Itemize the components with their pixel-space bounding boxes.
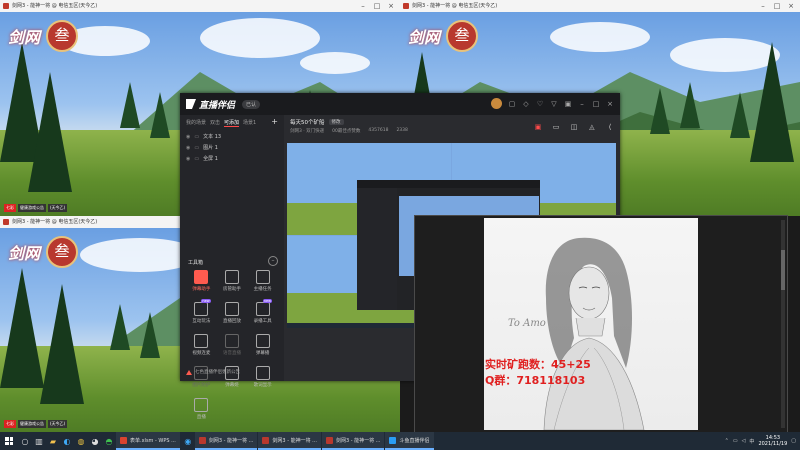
record-icon[interactable]: ▣ (534, 123, 542, 131)
taskbar-app-game-3[interactable]: 剑网3 - 能神一将 ... (321, 432, 385, 450)
eye-icon[interactable]: ◉ (186, 156, 190, 162)
heart-icon[interactable]: ♡ (536, 100, 544, 108)
lock-icon[interactable]: ▭ (194, 156, 199, 162)
toolbox-title: 工具箱 (188, 260, 204, 266)
taskbar: ○ ▥ ▰ ◐ ◍ ◕ ◓ 表单.xlsm - WPS ... ◉ 剑网3 - … (0, 432, 800, 450)
overlay-count-text: 实时矿跑数：45+25 (485, 358, 591, 371)
version-badge[interactable]: 已认 (242, 99, 261, 109)
tool-interactive[interactable]: new 互动玩法 (186, 299, 217, 324)
close-icon[interactable]: × (606, 100, 614, 108)
game-footer: 七彩 健康游戏公告 (天今乙) (4, 204, 68, 212)
window-title: 剑网3 - 能神一将 @ 电信五区(天今乙) (12, 3, 98, 9)
network-icon[interactable]: ▭ (733, 438, 738, 444)
tool-room-manager[interactable]: 房管助手 (217, 270, 248, 292)
collapse-icon[interactable]: – (268, 256, 278, 266)
clock[interactable]: 14:53 2021/11/19 (758, 435, 787, 447)
volume-icon[interactable]: ◁ (742, 438, 746, 444)
tab-double-click[interactable]: 双击 (210, 119, 220, 127)
tab-my-scenes[interactable]: 我的场景 (186, 119, 206, 127)
eye-icon[interactable]: ◉ (186, 145, 190, 151)
game-footer: 七彩 健康游戏公告 (天今乙) (4, 420, 68, 428)
close-icon[interactable]: × (784, 0, 798, 12)
minimize-icon[interactable]: – (356, 0, 370, 12)
brand-logo-icon (186, 99, 196, 109)
start-button[interactable] (0, 432, 18, 450)
tab-addable[interactable]: 可添加 (224, 119, 240, 127)
taskbar-app-stream-helper[interactable]: 斗鱼直播伴侣 (385, 432, 434, 450)
scene-source-panel: 我的场景 双击 可添加 场景1 + ◉ ▭ 文本 13 ◉ ▭ 图片 1 ◉ ▭… (180, 115, 284, 420)
sketch-caption: To Amo (508, 318, 546, 329)
source-item[interactable]: ◉ ▭ 全屏 1 (180, 153, 284, 164)
lock-icon[interactable]: ▭ (552, 123, 560, 131)
edit-title-button[interactable]: 修改 (328, 119, 344, 125)
maximize-icon[interactable]: □ (592, 100, 600, 108)
avatar[interactable] (491, 98, 502, 109)
helper-header[interactable]: 直播伴侣 已认 ▢ ◇ ♡ ▽ ▣ – □ × (180, 93, 620, 115)
close-icon[interactable]: × (384, 0, 398, 12)
tool-replay[interactable]: 直播回放 (217, 302, 248, 324)
lock-icon[interactable]: ▭ (194, 134, 199, 140)
tool-video-link[interactable]: 视频连麦 (186, 334, 217, 356)
source-item[interactable]: ◉ ▭ 图片 1 (180, 142, 284, 153)
search-icon[interactable]: ○ (18, 432, 32, 450)
tool-voice-live[interactable]: 语音直播 (217, 334, 248, 356)
source-item[interactable]: ◉ ▭ 文本 13 (180, 131, 284, 142)
chrome-icon[interactable]: ◍ (74, 432, 88, 450)
edge-icon[interactable]: ◐ (60, 432, 74, 450)
announcement-icon (186, 369, 192, 375)
system-tray: ⌃ ▭ ◁ 中 14:53 2021/11/19 ▢ (725, 435, 800, 447)
window-title: 剑网3 - 能神一将 @ 电信五区(天今乙) (12, 219, 98, 225)
image-viewer-window[interactable]: To Amo 实时矿跑数：45+25 Q群：718118103 (414, 215, 788, 433)
settings-icon[interactable]: ▣ (564, 100, 572, 108)
tool-lyrics[interactable]: 歌词显示 (247, 366, 278, 388)
windows-icon (5, 437, 13, 445)
minimize-icon[interactable]: – (756, 0, 770, 12)
taskbar-app-wps[interactable]: 表单.xlsm - WPS ... (116, 432, 180, 450)
gift-icon[interactable]: ▢ (508, 100, 516, 108)
game-logo: 剑网 叁 (6, 234, 78, 270)
maximize-icon[interactable]: □ (770, 0, 784, 12)
game-app-icon (403, 3, 409, 9)
shirt-icon[interactable]: ▽ (550, 100, 558, 108)
taskbar-app-game-2[interactable]: 剑网3 - 能神一将 ... (258, 432, 321, 450)
scene-tabs: 我的场景 双击 可添加 场景1 + (180, 115, 284, 131)
task-view-icon[interactable]: ▥ (32, 432, 46, 450)
minimize-icon[interactable]: – (578, 100, 586, 108)
window-title: 剑网3 - 能神一将 @ 电信五区(天今乙) (412, 3, 498, 9)
room-meta: 剑网3 · 双门快递 00最佳点赞数 4357618 2338 (290, 128, 408, 134)
overlay-qq-group-text: Q群：718118103 (485, 374, 586, 387)
tool-live[interactable]: 直播 (186, 398, 217, 420)
game-logo: 剑网 叁 (6, 18, 78, 54)
toolbox-grid: 弹幕助手 房管助手 主播任务 new 互动玩法 直播回放 new 录播工具 视频连麦… (186, 270, 278, 420)
room-title: 每天50个矿船 修改 (290, 118, 344, 126)
scrollbar[interactable] (781, 220, 785, 428)
tool-danmu-helper[interactable]: 弹幕助手 (186, 270, 217, 292)
qq-icon[interactable]: ◕ (88, 432, 102, 450)
taskbar-app-game-1[interactable]: 剑网3 - 能神一将 ... (194, 432, 258, 450)
game-app-icon (3, 219, 9, 225)
lock-icon[interactable]: ▭ (194, 145, 199, 151)
update-announcement[interactable]: 七色直播伴侣更新公告 (186, 369, 240, 375)
notification-icon[interactable]: ▢ (791, 438, 796, 444)
camera-icon[interactable]: ◫ (570, 123, 578, 131)
folder-icon[interactable]: ▰ (46, 432, 60, 450)
tab-scene-1[interactable]: 场景1 (243, 119, 256, 127)
share-icon[interactable]: ⟨ (606, 123, 614, 131)
game-logo: 剑网 叁 (406, 18, 478, 54)
tool-recording[interactable]: new 录播工具 (247, 299, 278, 324)
add-scene-icon[interactable]: + (271, 118, 278, 127)
game-app-icon (3, 3, 9, 9)
sketch-portrait: To Amo (484, 218, 698, 430)
chat-icon[interactable]: ◇ (522, 100, 530, 108)
tool-danmu-play[interactable]: 弹幕播 (247, 334, 278, 356)
tool-streamer-task[interactable]: 主播任务 (247, 270, 278, 292)
wechat-icon[interactable]: ◓ (102, 432, 116, 450)
eye-icon[interactable]: ◉ (186, 134, 190, 140)
maximize-icon[interactable]: □ (370, 0, 384, 12)
chevron-up-icon[interactable]: ⌃ (725, 438, 729, 444)
ime-icon[interactable]: 中 (749, 438, 754, 445)
bell-icon[interactable]: ◬ (588, 123, 596, 131)
camera-app-icon[interactable]: ◉ (181, 432, 195, 450)
helper-brand: 直播伴侣 已认 (186, 97, 261, 111)
